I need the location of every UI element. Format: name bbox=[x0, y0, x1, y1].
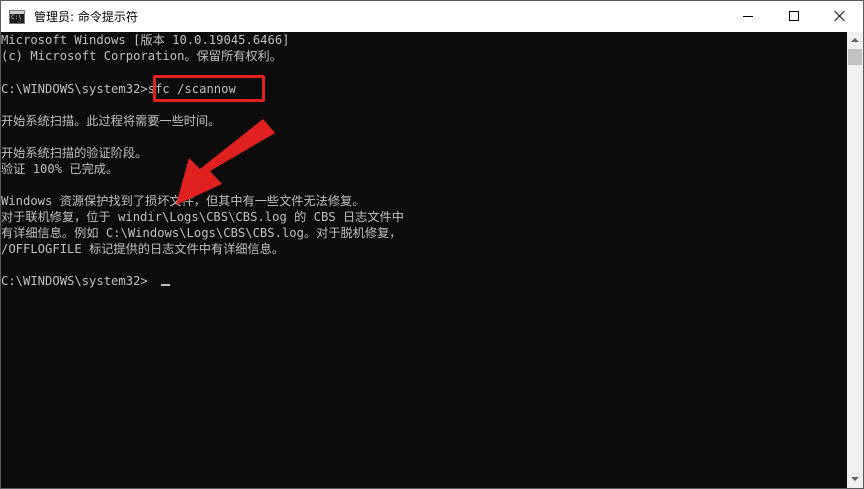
text-cursor bbox=[161, 284, 170, 286]
console-line: Windows 资源保护找到了损坏文件，但其中有一些文件无法修复。 bbox=[1, 194, 365, 208]
console-line: Microsoft Windows [版本 10.0.19045.6466] bbox=[1, 33, 290, 47]
annotation-arrow-icon bbox=[176, 119, 275, 205]
console-line: 开始系统扫描。此过程将需要一些时间。 bbox=[1, 114, 221, 128]
vertical-scrollbar[interactable] bbox=[847, 32, 863, 488]
console-prompt-line: C:\WINDOWS\system32> bbox=[1, 274, 148, 288]
command-highlight-box bbox=[153, 75, 265, 102]
console-output[interactable]: Microsoft Windows [版本 10.0.19045.6466] (… bbox=[1, 32, 847, 488]
close-button[interactable] bbox=[817, 1, 863, 32]
maximize-button[interactable] bbox=[771, 1, 817, 32]
maximize-icon bbox=[789, 11, 799, 21]
window-controls bbox=[725, 1, 863, 32]
window-title: 管理员: 命令提示符 bbox=[34, 10, 138, 24]
minimize-button[interactable] bbox=[725, 1, 771, 32]
console-line: (c) Microsoft Corporation。保留所有权利。 bbox=[1, 49, 282, 63]
close-icon bbox=[834, 10, 846, 22]
scroll-up-icon[interactable] bbox=[847, 32, 863, 49]
console-line: 有详细信息。例如 C:\Windows\Logs\CBS\CBS.log。对于脱… bbox=[1, 226, 402, 240]
scroll-thumb[interactable] bbox=[848, 49, 862, 65]
cmd-icon bbox=[9, 9, 25, 24]
console-line: 开始系统扫描的验证阶段。 bbox=[1, 146, 148, 160]
title-bar[interactable]: 管理员: 命令提示符 bbox=[1, 1, 863, 32]
console-line: /OFFLOGFILE 标记提供的日志文件中有详细信息。 bbox=[1, 242, 285, 256]
console-line: 对于联机修复，位于 windir\Logs\CBS\CBS.log 的 CBS … bbox=[1, 210, 404, 224]
console-line: 验证 100% 已完成。 bbox=[1, 162, 119, 176]
command-prompt-window: 管理员: 命令提示符 Microsoft Windows [版本 10.0.19… bbox=[0, 0, 864, 489]
scroll-down-icon[interactable] bbox=[847, 471, 863, 488]
minimize-icon bbox=[743, 16, 753, 17]
